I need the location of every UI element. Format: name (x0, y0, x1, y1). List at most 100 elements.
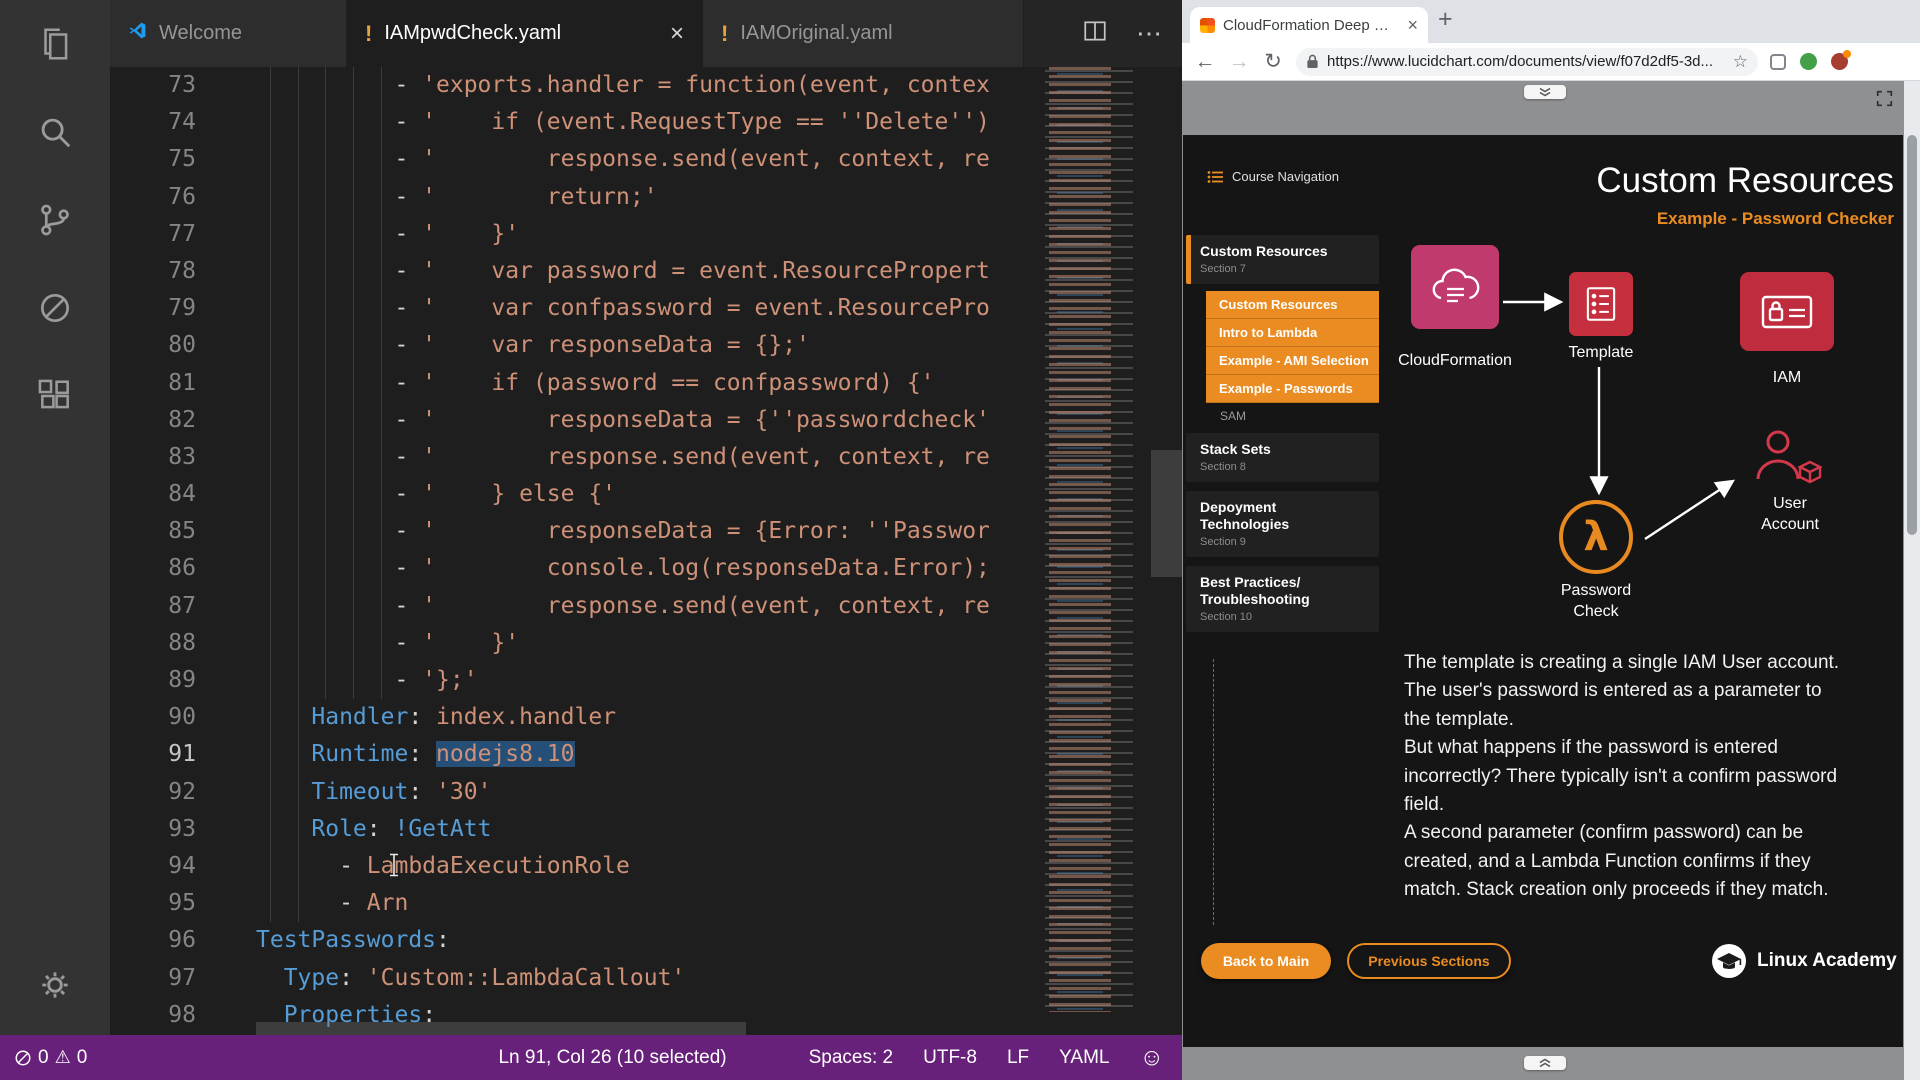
code-editor[interactable]: 73 - 'exports.handler = function(event, … (110, 67, 1182, 1035)
tab-label: Welcome (159, 22, 242, 44)
extension-icon-with-badge[interactable] (1831, 50, 1851, 70)
course-navigation-header[interactable]: Course Navigation (1207, 169, 1339, 184)
code-line[interactable]: 94 - LambdaExecutionRole (110, 848, 1035, 885)
line-number: 87 (168, 592, 196, 619)
nav-section-subtitle: Section 7 (1200, 263, 1246, 275)
back-icon[interactable]: ← (1188, 50, 1222, 74)
browser-tab-strip: CloudFormation Deep Dive: Lu × + (1182, 0, 1920, 43)
fullscreen-icon[interactable] (1876, 90, 1893, 112)
nav-section[interactable]: Custom Resources Section 7 (1186, 235, 1379, 284)
minimap[interactable] (1035, 67, 1151, 1012)
screen: Welcome ! IAMpwdCheck.yaml × ! IAMOrigin… (0, 0, 1920, 1080)
line-number: 89 (168, 667, 196, 693)
nav-section[interactable]: Best Practices/ Troubleshooting Section 1… (1186, 566, 1379, 632)
collapse-handle-bottom[interactable] (1524, 1056, 1566, 1070)
nav-item[interactable]: Custom Resources (1206, 291, 1379, 319)
code-line[interactable]: 80 - ' var responseData = {};' (110, 327, 1035, 364)
line-number: 75 (168, 146, 196, 173)
reload-icon[interactable]: ↻ (1256, 49, 1290, 74)
scrollbar-thumb[interactable] (1907, 135, 1917, 535)
browser-tab[interactable]: CloudFormation Deep Dive: Lu × (1190, 7, 1428, 43)
address-bar[interactable]: https://www.lucidchart.com/documents/vie… (1296, 47, 1758, 76)
code-line[interactable]: 95 - Arn (110, 885, 1035, 922)
source-control-icon[interactable] (0, 176, 110, 264)
warning-icon: ⚠ (54, 1047, 71, 1067)
code-line[interactable]: 89 - '};' (110, 662, 1035, 699)
code-line[interactable]: 82 - ' responseData = {''passwordcheck' (110, 402, 1035, 439)
more-actions-icon[interactable]: ⋯ (1136, 18, 1162, 49)
nav-section-title: Stack Sets (1200, 441, 1271, 457)
code-line[interactable]: 88 - ' }' (110, 625, 1035, 662)
tab-iamoriginal-yaml[interactable]: ! IAMOriginal.yaml (703, 0, 1024, 67)
code-line[interactable]: 87 - ' response.send(event, context, re (110, 588, 1035, 625)
code-line[interactable]: 73 - 'exports.handler = function(event, … (110, 67, 1035, 104)
nav-section[interactable]: Stack Sets Section 8 (1186, 433, 1379, 482)
extension-icon[interactable] (1770, 53, 1786, 70)
extensions-icon[interactable] (0, 352, 110, 440)
close-tab-icon[interactable]: × (670, 21, 684, 46)
nav-item-sam[interactable]: SAM (1186, 403, 1379, 433)
code-line[interactable]: 77 - ' }' (110, 216, 1035, 253)
lucidchart-canvas: Custom Resources Example - Password Chec… (1182, 81, 1920, 1080)
code-line[interactable]: 93 Role: !GetAtt (110, 811, 1035, 848)
feedback-smiley-icon[interactable]: ☺ (1139, 1044, 1164, 1072)
settings-gear-icon[interactable] (0, 945, 110, 1025)
line-number: 97 (168, 964, 196, 991)
code-line[interactable]: 75 - ' response.send(event, context, re (110, 141, 1035, 178)
forward-icon[interactable]: → (1222, 50, 1256, 74)
previous-sections-button[interactable]: Previous Sections (1347, 943, 1511, 979)
new-tab-button[interactable]: + (1438, 5, 1453, 34)
language-mode[interactable]: YAML (1059, 1047, 1109, 1069)
browser-toolbar: ← → ↻ https://www.lucidchart.com/documen… (1182, 43, 1920, 81)
code-line[interactable]: 78 - ' var password = event.ResourceProp… (110, 253, 1035, 290)
cursor-position[interactable]: Ln 91, Col 26 (10 selected) (498, 1047, 726, 1069)
code-line[interactable]: 97 Type: 'Custom::LambdaCallout' (110, 960, 1035, 997)
encoding-setting[interactable]: UTF-8 (923, 1047, 977, 1069)
slide-subtitle: Example - Password Checker (1656, 209, 1894, 228)
line-number: 93 (168, 815, 196, 842)
split-editor-icon[interactable] (1082, 18, 1108, 49)
yaml-file-icon: ! (365, 20, 373, 46)
problems-indicator[interactable]: 0 ⚠ 0 (14, 1047, 87, 1069)
extension-icon[interactable] (1800, 53, 1817, 70)
scrollbar-thumb[interactable] (1151, 450, 1182, 577)
eol-setting[interactable]: LF (1007, 1047, 1029, 1069)
nav-item[interactable]: Intro to Lambda (1206, 319, 1379, 347)
circle-slash-icon[interactable] (0, 264, 110, 352)
nav-section[interactable]: Depoyment Technologies Section 9 (1186, 491, 1379, 557)
code-line[interactable]: 91 Runtime: nodejs8.10 (110, 736, 1035, 773)
paragraph-line: the template. (1404, 708, 1514, 730)
code-line[interactable]: 84 - ' } else {' (110, 476, 1035, 513)
indentation-setting[interactable]: Spaces: 2 (809, 1047, 894, 1069)
code-line[interactable]: 90 Handler: index.handler (110, 699, 1035, 736)
code-line[interactable]: 86 - ' console.log(responseData.Error); (110, 550, 1035, 587)
search-icon[interactable] (0, 88, 110, 176)
back-to-main-button[interactable]: Back to Main (1201, 943, 1331, 979)
browser-scrollbar[interactable] (1904, 81, 1920, 1080)
tab-iampwdcheck-yaml[interactable]: ! IAMpwdCheck.yaml × (347, 0, 703, 67)
editor-horizontal-scrollbar[interactable] (110, 1022, 1035, 1035)
line-number: 83 (168, 443, 196, 470)
line-number: 79 (168, 295, 196, 322)
code-line[interactable]: 96 TestPasswords: (110, 922, 1035, 959)
code-line[interactable]: 85 - ' responseData = {Error: ''Passwor (110, 513, 1035, 550)
paragraph-line: match. Stack creation only proceeds if t… (1404, 879, 1829, 901)
code-line[interactable]: 76 - ' return;' (110, 179, 1035, 216)
nav-item[interactable]: Example - AMI Selection (1206, 347, 1379, 375)
nav-item[interactable]: Example - Passwords (1206, 375, 1379, 403)
code-line[interactable]: 79 - ' var confpassword = event.Resource… (110, 290, 1035, 327)
explorer-icon[interactable] (0, 0, 110, 88)
code-line[interactable]: 83 - ' response.send(event, context, re (110, 439, 1035, 476)
code-line[interactable]: 92 Timeout: '30' (110, 774, 1035, 811)
collapse-handle-top[interactable] (1524, 85, 1566, 99)
nav-section-subtitle: Section 9 (1200, 536, 1246, 548)
browser-tab-close-icon[interactable]: × (1407, 15, 1418, 36)
scrollbar-thumb[interactable] (256, 1022, 746, 1035)
paragraph-line: created, and a Lambda Function confirms … (1404, 850, 1811, 872)
editor-vertical-scrollbar[interactable] (1151, 67, 1182, 1035)
nav-section-subtitle: Section 8 (1200, 461, 1246, 473)
bookmark-star-icon[interactable]: ☆ (1733, 52, 1748, 72)
tab-welcome[interactable]: Welcome (110, 0, 347, 67)
code-line[interactable]: 81 - ' if (password == confpassword) {' (110, 365, 1035, 402)
code-line[interactable]: 74 - ' if (event.RequestType == ''Delete… (110, 104, 1035, 141)
